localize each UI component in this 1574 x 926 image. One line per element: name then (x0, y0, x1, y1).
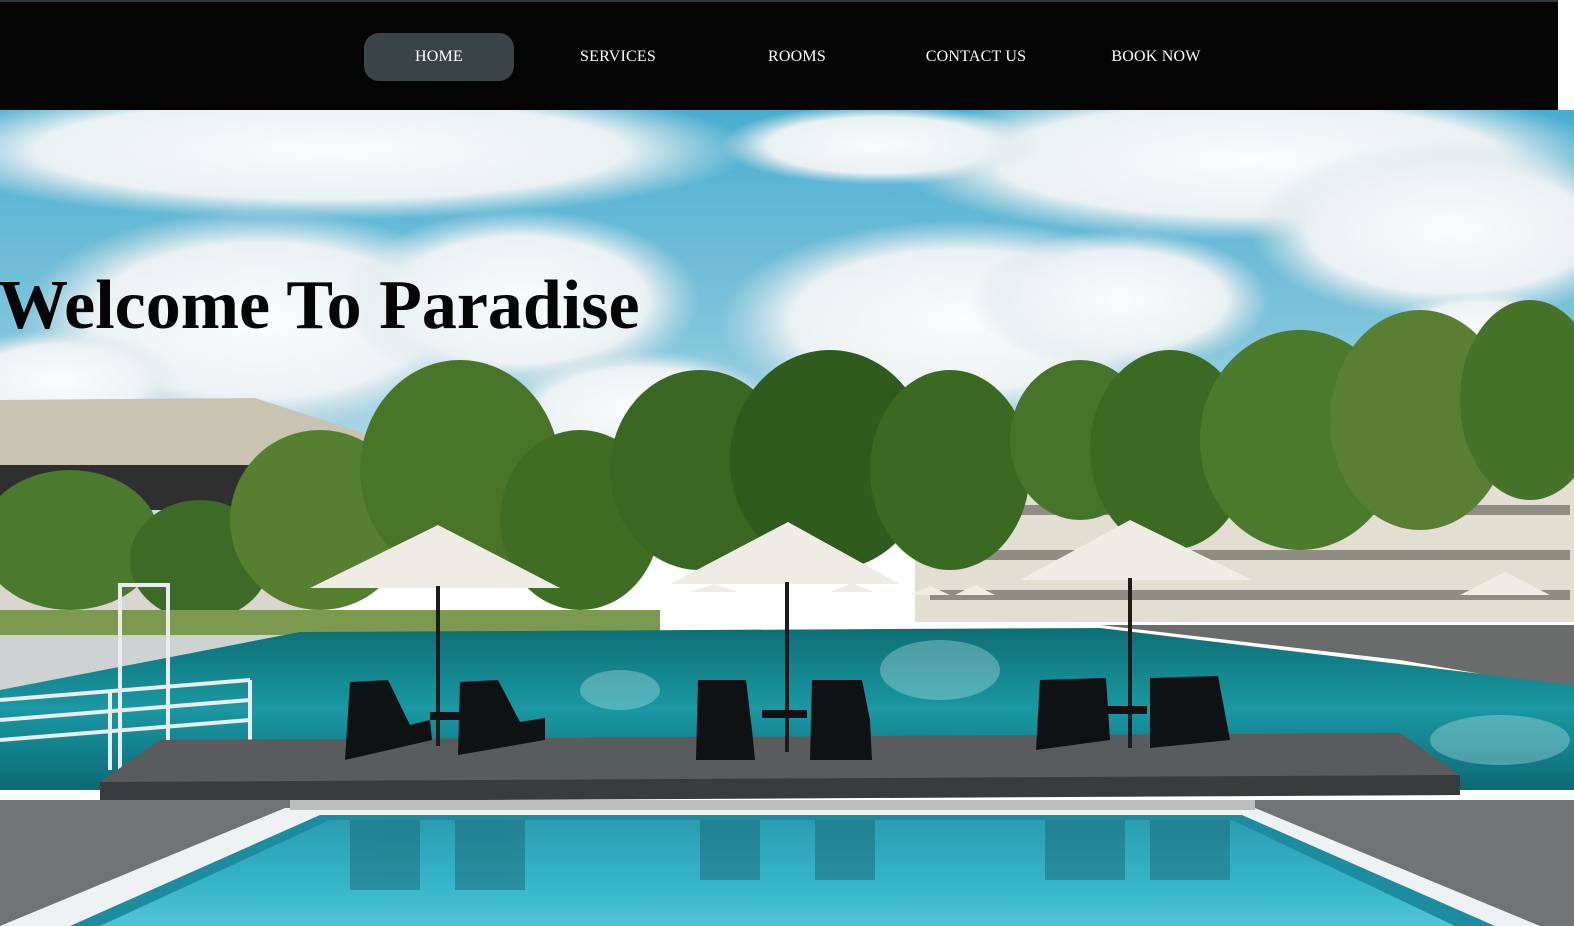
hero-section: Welcome To Paradise (0, 110, 1574, 926)
top-navigation-bar: HOME SERVICES ROOMS CONTACT US BOOK NOW (0, 0, 1558, 110)
nav-home-link[interactable]: HOME (364, 33, 514, 81)
hero-title: Welcome To Paradise (0, 267, 640, 344)
resort-pool-photo (0, 110, 1574, 926)
nav-book-now-link[interactable]: BOOK NOW (1081, 33, 1231, 81)
nav-contact-us-link[interactable]: CONTACT US (901, 33, 1051, 81)
nav-rooms-link[interactable]: ROOMS (722, 33, 872, 81)
nav-services-link[interactable]: SERVICES (543, 33, 693, 81)
page: HOME SERVICES ROOMS CONTACT US BOOK NOW (0, 0, 1574, 926)
